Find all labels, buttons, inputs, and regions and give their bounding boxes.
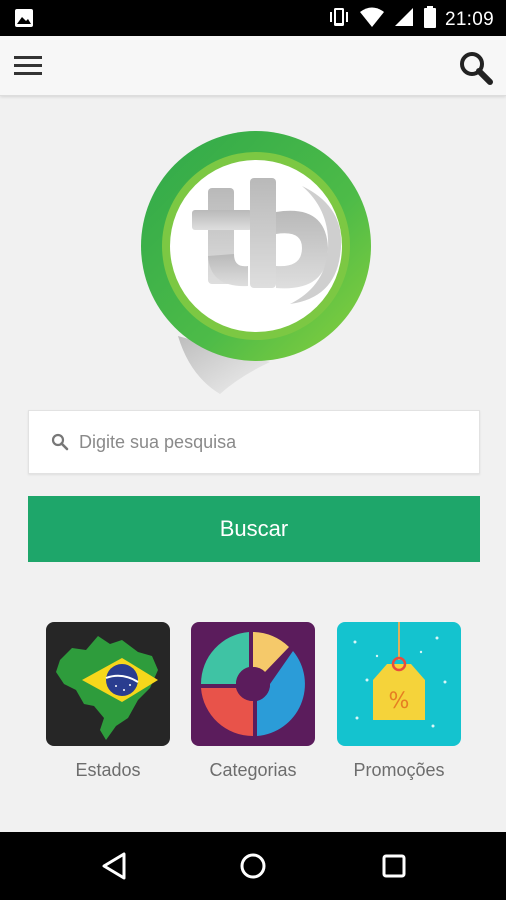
svg-text:%: % xyxy=(389,689,410,714)
tile-promocoes[interactable]: % Promoções xyxy=(337,622,461,781)
home-icon[interactable] xyxy=(235,848,271,884)
battery-icon xyxy=(423,6,437,33)
tile-label: Promoções xyxy=(353,760,445,780)
vibrate-icon xyxy=(327,6,351,33)
search-icon[interactable] xyxy=(458,50,494,86)
brazil-map-icon xyxy=(46,622,170,746)
system-nav-bar xyxy=(0,832,506,900)
categories-donut-icon xyxy=(191,622,315,746)
signal-icon xyxy=(393,6,415,33)
gallery-notification-icon xyxy=(14,8,34,33)
search-input[interactable] xyxy=(79,431,459,453)
status-bar: 21:09 xyxy=(0,0,506,36)
price-tag-icon: % xyxy=(337,622,461,746)
hamburger-menu-icon[interactable] xyxy=(12,52,44,80)
wifi-icon xyxy=(359,6,385,33)
app-bar xyxy=(0,36,506,96)
search-field-container xyxy=(28,410,480,474)
search-icon xyxy=(51,432,71,452)
app-logo xyxy=(130,126,380,406)
tile-estados[interactable]: Estados xyxy=(46,622,170,781)
tile-label: Categorias xyxy=(209,760,297,780)
tile-categorias[interactable]: Categorias xyxy=(191,622,315,781)
clock: 21:09 xyxy=(444,8,494,30)
recents-icon[interactable] xyxy=(376,848,412,884)
tile-label: Estados xyxy=(75,760,141,780)
back-icon[interactable] xyxy=(96,848,132,884)
search-button[interactable]: Buscar xyxy=(28,496,480,562)
